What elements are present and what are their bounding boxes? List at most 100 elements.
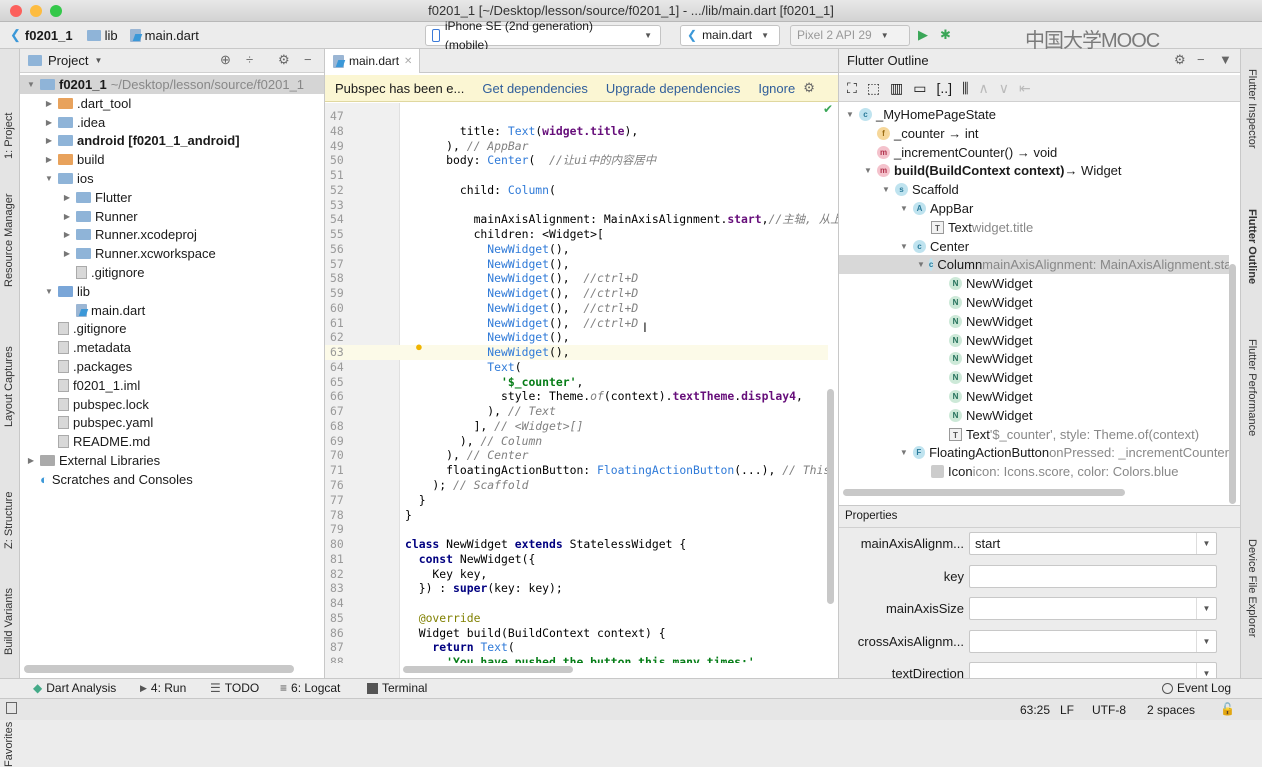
left-tool-1[interactable]: Resource Manager	[3, 193, 15, 287]
outline-item[interactable]: N NewWidget	[839, 349, 1229, 368]
outline-item[interactable]: ▼ c _MyHomePageState	[839, 105, 1229, 124]
code-line[interactable]: 52 child: Column(	[325, 183, 828, 198]
vertical-scrollbar[interactable]	[827, 389, 834, 604]
maximize-window-button[interactable]	[50, 5, 62, 17]
minimize-window-button[interactable]	[30, 5, 42, 17]
outline-item[interactable]: ▼ A AppBar	[839, 199, 1229, 218]
horizontal-scrollbar[interactable]	[24, 665, 294, 673]
outline-item[interactable]: N NewWidget	[839, 293, 1229, 312]
debug-icon[interactable]: ✱	[940, 27, 951, 43]
move-down-icon[interactable]: ∨	[999, 80, 1009, 97]
code-line[interactable]: 65 '$_counter',	[325, 375, 828, 390]
code-area[interactable]: 47 48 title: Text(widget.title), 49 ), // …	[325, 103, 838, 663]
collapsed-arrow-icon[interactable]: ▶	[44, 131, 54, 150]
expanded-arrow-icon[interactable]: ▼	[899, 443, 909, 462]
right-tool-2[interactable]: Flutter Performance	[1246, 339, 1258, 436]
outline-item[interactable]: T Text '$_counter', style: Theme.of(conte…	[839, 425, 1229, 444]
project-tree-item[interactable]: main.dart	[20, 301, 324, 320]
chevron-down-icon[interactable]: ▼	[94, 56, 102, 65]
close-window-button[interactable]	[10, 5, 22, 17]
code-line[interactable]: 66 style: Theme.of(context).textTheme.di…	[325, 389, 828, 404]
outline-item[interactable]: N NewWidget	[839, 387, 1229, 406]
code-line[interactable]: 88 'You have pushed the button this many…	[325, 655, 828, 663]
wrap-padding-icon[interactable]: ⬚	[867, 80, 880, 97]
expanded-arrow-icon[interactable]: ▼	[917, 255, 925, 274]
code-line[interactable]: 50 body: Center( //让ui中的内容居中	[325, 153, 828, 168]
outline-item[interactable]: ▼ c Column mainAxisAlignment: MainAxisAlig…	[839, 255, 1229, 275]
device-selector[interactable]: iPhone SE (2nd generation) (mobile) ▼	[425, 19, 661, 52]
wrap-column-icon[interactable]: ▥	[890, 80, 903, 97]
code-line[interactable]: 68 ], // <Widget>[]	[325, 419, 828, 434]
project-tree-item[interactable]: ▶ .idea	[20, 113, 324, 132]
code-line[interactable]: 53	[325, 198, 828, 213]
code-line[interactable]: 85 @override	[325, 611, 828, 626]
collapsed-arrow-icon[interactable]: ▶	[26, 451, 36, 470]
breadcrumb-project[interactable]: f0201_1	[25, 28, 73, 43]
expanded-arrow-icon[interactable]: ▼	[899, 199, 909, 218]
run-tab[interactable]: ▶ 4: Run	[140, 681, 186, 695]
remove-widget-icon[interactable]: ⇤	[1019, 80, 1031, 97]
project-tree-item[interactable]: ▶ Runner	[20, 207, 324, 226]
project-tree-item[interactable]: .gitignore	[20, 319, 324, 338]
collapsed-arrow-icon[interactable]: ▶	[62, 244, 72, 263]
code-line[interactable]: 55 children: <Widget>[	[325, 227, 828, 242]
project-tree-item[interactable]: .gitignore	[20, 263, 324, 282]
expanded-arrow-icon[interactable]: ▼	[44, 169, 54, 188]
project-tree-item[interactable]: ▶ Runner.xcodeproj	[20, 225, 324, 244]
project-tree-item[interactable]: ▼ f0201_1 ~/Desktop/lesson/source/f0201_1	[20, 75, 324, 94]
code-line[interactable]: 69 ), // Column	[325, 434, 828, 449]
code-line[interactable]: 80 class NewWidget extends StatelessWidge…	[325, 537, 828, 552]
horizontal-scrollbar[interactable]	[843, 489, 1125, 496]
code-line[interactable]: 54 mainAxisAlignment: MainAxisAlignment.…	[325, 212, 838, 227]
project-tree-item[interactable]: ▶ External Libraries	[20, 451, 324, 470]
close-tab-icon[interactable]: ✕	[404, 56, 412, 67]
run-icon[interactable]: ▶	[918, 27, 928, 43]
logcat-tab[interactable]: ≡ 6: Logcat	[280, 681, 340, 695]
code-line[interactable]: 59 NewWidget(), //ctrl+D	[325, 286, 828, 301]
gear-icon[interactable]: ⚙	[803, 80, 815, 96]
project-tree-item[interactable]: ▶ .dart_tool	[20, 94, 324, 113]
ignore-link[interactable]: Ignore	[758, 81, 795, 96]
code-line[interactable]: 62 NewWidget(),	[325, 330, 828, 345]
emulator-selector[interactable]: Pixel 2 API 29 ▼	[790, 25, 910, 46]
project-tree-item[interactable]: ▶ Flutter	[20, 188, 324, 207]
outline-item[interactable]: N NewWidget	[839, 331, 1229, 350]
project-tree-item[interactable]: ▶ build	[20, 150, 324, 169]
project-tree-item[interactable]: ▶ android [f0201_1_android]	[20, 131, 324, 150]
code-line[interactable]: 56 NewWidget(),	[325, 242, 828, 257]
code-line[interactable]: 63 NewWidget(),	[325, 345, 828, 361]
outline-item[interactable]: N NewWidget	[839, 312, 1229, 331]
code-line[interactable]: 67 ), // Text	[325, 404, 828, 419]
code-line[interactable]: 70 ), // Center	[325, 448, 828, 463]
event-log-tab[interactable]: Event Log	[1162, 681, 1231, 695]
code-line[interactable]: 57 NewWidget(),	[325, 257, 828, 272]
gear-icon[interactable]: ⚙	[1174, 52, 1186, 68]
lock-icon[interactable]: 🔓	[1220, 702, 1235, 716]
left-tool-4[interactable]: Build Variants	[3, 588, 15, 655]
project-tree-item[interactable]: README.md	[20, 432, 324, 451]
project-tree-item[interactable]: f0201_1.iml	[20, 376, 324, 395]
project-tree-item[interactable]: ▼ lib	[20, 282, 324, 301]
chevron-down-icon[interactable]: ▼	[1196, 630, 1216, 652]
property-dropdown[interactable]: ▼	[969, 629, 1217, 653]
terminal-tab[interactable]: Terminal	[367, 681, 427, 695]
outline-item[interactable]: ▼ c Center	[839, 237, 1229, 256]
code-line[interactable]: 48 title: Text(widget.title),	[325, 124, 828, 139]
line-separator[interactable]: LF	[1060, 703, 1074, 717]
wrap-row-icon[interactable]: ▭	[913, 80, 926, 97]
code-line[interactable]: 47	[325, 109, 828, 124]
locate-icon[interactable]: ⊕	[220, 52, 231, 68]
code-line[interactable]: 77 }	[325, 493, 828, 508]
todo-tab[interactable]: ☰ TODO	[210, 681, 259, 695]
outline-item[interactable]: N NewWidget	[839, 406, 1229, 425]
hide-icon[interactable]: −	[1197, 52, 1205, 67]
expanded-arrow-icon[interactable]: ▼	[881, 180, 891, 199]
code-line[interactable]: 58 NewWidget(), //ctrl+D	[325, 271, 828, 286]
expanded-arrow-icon[interactable]: ▼	[899, 237, 909, 256]
dart-analysis-tab[interactable]: ◆ Dart Analysis	[33, 681, 116, 695]
collapsed-arrow-icon[interactable]: ▶	[44, 150, 54, 169]
code-line[interactable]: 86 Widget build(BuildContext context) {	[325, 626, 828, 641]
run-config-selector[interactable]: ❮ main.dart ▼	[680, 25, 780, 46]
code-line[interactable]: 51	[325, 168, 828, 183]
code-line[interactable]: 76 ); // Scaffold	[325, 478, 828, 493]
